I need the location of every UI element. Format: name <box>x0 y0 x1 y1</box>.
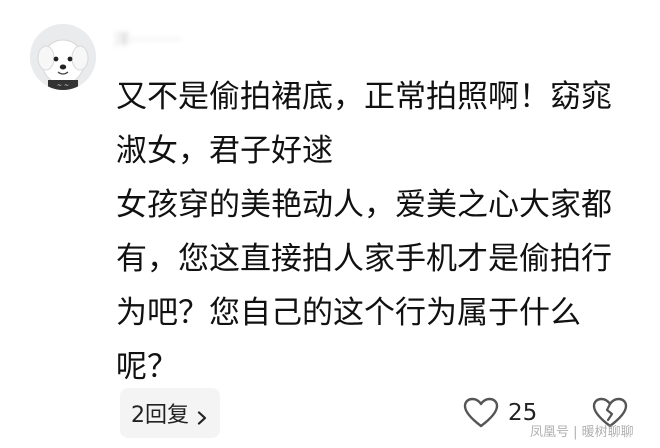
chevron-right-icon <box>195 406 209 425</box>
white-dog-avatar-icon: ~ ~ <box>30 24 96 90</box>
comment-line: 为吧？您自己的这个行为属于什么 <box>116 295 581 331</box>
comment-card: ~ ~ 洋·········· 又不是偷拍裙底，正常拍照啊！窈窕 淑女，君子好逑… <box>0 0 660 448</box>
comment-line: 有，您这直接拍人家手机才是偷拍行 <box>116 241 612 277</box>
avatar[interactable]: ~ ~ <box>30 24 96 90</box>
comment-line: 呢？ <box>116 349 178 385</box>
svg-text:~ ~: ~ ~ <box>57 82 69 89</box>
reply-count-label: 2回复 <box>131 403 189 428</box>
comment-username[interactable]: 洋·········· <box>114 26 334 54</box>
comment-line: 又不是偷拍裙底，正常拍照啊！窈窕 <box>116 79 612 115</box>
comment-line: 女孩穿的美艳动人，爱美之心大家都 <box>116 187 612 223</box>
comment-body: 又不是偷拍裙底，正常拍照啊！窈窕 淑女，君子好逑 女孩穿的美艳动人，爱美之心大家… <box>116 70 646 394</box>
comment-line: 淑女，君子好逑 <box>116 133 333 169</box>
view-replies-button[interactable]: 2回复 <box>120 388 220 438</box>
heart-outline-icon[interactable] <box>463 397 499 429</box>
watermark: 凤凰号 | 暖树聊聊 <box>530 425 634 440</box>
